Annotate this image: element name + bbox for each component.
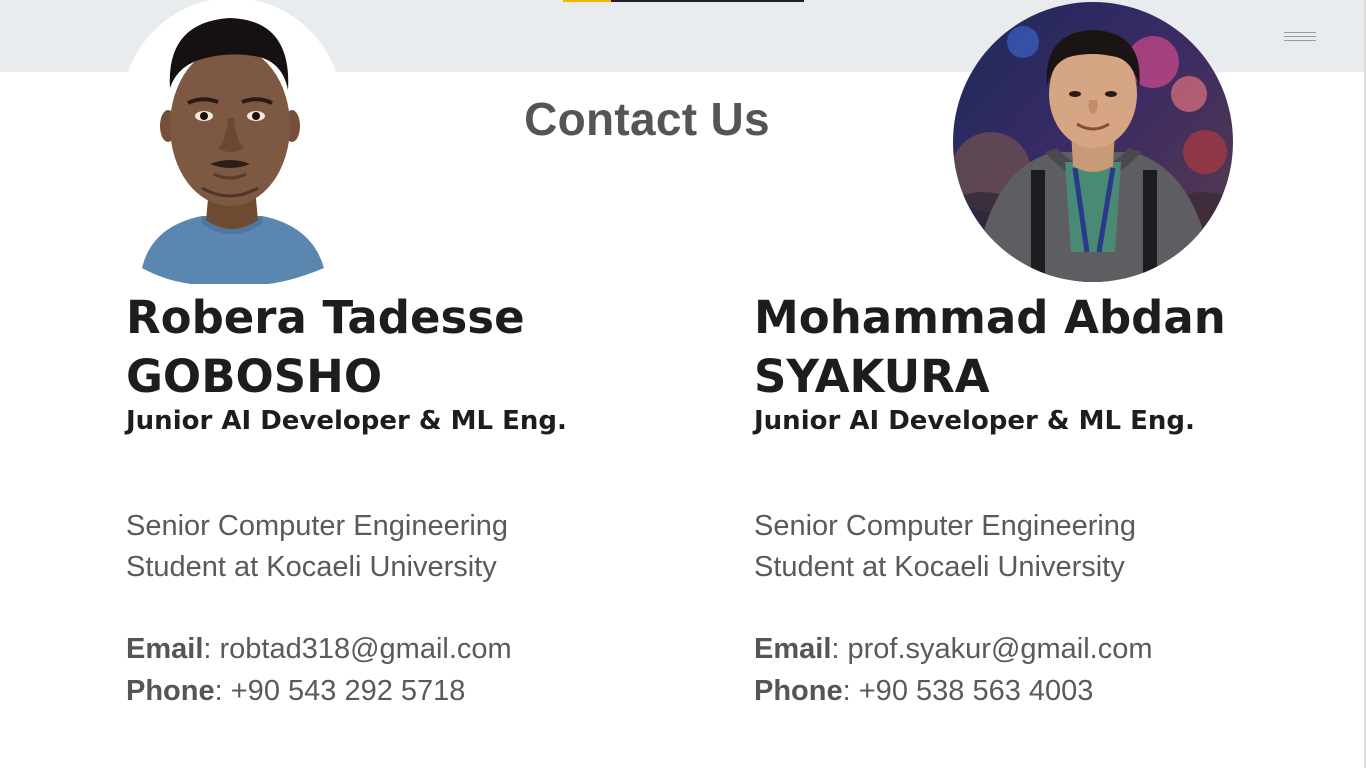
contact-card-mohammad: Mohammad Abdan SYAKURA Junior AI Develop… — [754, 288, 1314, 712]
person-name-line1: Mohammad Abdan — [754, 291, 1226, 344]
person-name: Mohammad Abdan SYAKURA — [754, 288, 1314, 406]
contact-page: Contact Us Robera Tadesse GOBOSHO Junior… — [0, 0, 1366, 768]
person-role: Junior AI Developer & ML Eng. — [754, 406, 1195, 436]
phone-label: Phone — [126, 675, 215, 707]
phone-label: Phone — [754, 675, 843, 707]
email-label: Email — [126, 633, 204, 665]
phone-link[interactable]: +90 543 292 5718 — [231, 675, 466, 707]
reading-progress-fill — [563, 0, 612, 2]
email-row: Email: robtad318@gmail.com — [126, 633, 512, 665]
phone-row: Phone: +90 538 563 4003 — [754, 675, 1094, 707]
email-row: Email: prof.syakur@gmail.com — [754, 633, 1153, 665]
person-name: Robera Tadesse GOBOSHO — [126, 288, 686, 406]
contact-card-robera: Robera Tadesse GOBOSHO Junior AI Develop… — [126, 288, 686, 712]
person-description-line1: Senior Computer Engineering — [126, 510, 509, 542]
person-description-line1: Senior Computer Engineering — [754, 510, 1137, 542]
email-label: Email — [754, 633, 832, 665]
person-name-line1: Robera Tadesse — [126, 291, 525, 344]
person-name-line2: GOBOSHO — [126, 350, 383, 403]
email-link[interactable]: robtad318@gmail.com — [220, 633, 512, 665]
phone-link[interactable]: +90 538 563 4003 — [859, 675, 1094, 707]
reading-progress-bar — [563, 0, 804, 2]
person-description: Senior Computer Engineering Student at K… — [754, 506, 1314, 588]
contact-details: Email: robtad318@gmail.com Phone: +90 54… — [126, 628, 686, 712]
person-role: Junior AI Developer & ML Eng. — [126, 406, 567, 436]
contact-details: Email: prof.syakur@gmail.com Phone: +90 … — [754, 628, 1314, 712]
person-description-line2: Student at Kocaeli University — [754, 551, 1125, 583]
hamburger-menu-icon[interactable] — [1280, 28, 1320, 48]
person-description: Senior Computer Engineering Student at K… — [126, 506, 686, 588]
email-link[interactable]: prof.syakur@gmail.com — [848, 633, 1153, 665]
person-description-line2: Student at Kocaeli University — [126, 551, 497, 583]
person-name-line2: SYAKURA — [754, 350, 990, 403]
page-title: Contact Us — [524, 93, 770, 145]
phone-row: Phone: +90 543 292 5718 — [126, 675, 466, 707]
